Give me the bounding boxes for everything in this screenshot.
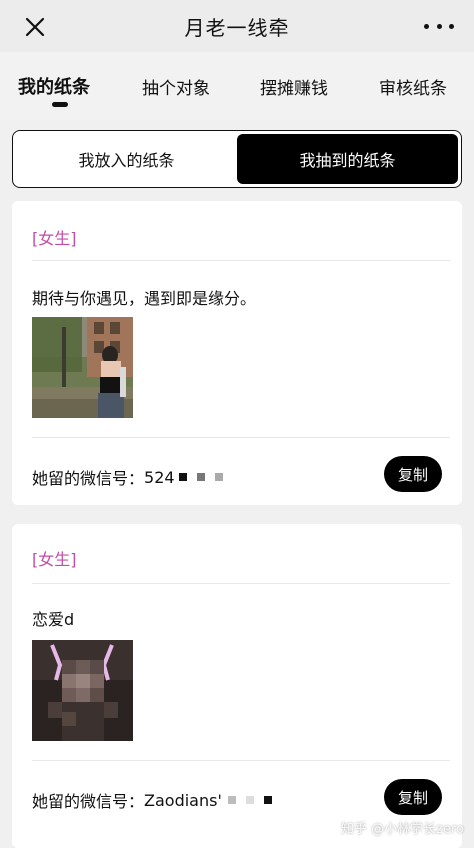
wechat-id-label: 她留的微信号： xyxy=(32,792,145,811)
close-icon[interactable] xyxy=(22,14,48,40)
note-message: 期待与你遇见，遇到即是缘分。 xyxy=(32,289,257,308)
segmented-control: 我放入的纸条 我抽到的纸条 xyxy=(12,130,462,188)
divider xyxy=(32,583,450,584)
tab-active-indicator xyxy=(52,102,68,107)
navbar: 月老一线牵 xyxy=(0,0,474,52)
wechat-id-row: 她留的微信号： 524 xyxy=(32,465,223,489)
gender-tag: [女生] xyxy=(32,550,77,569)
divider xyxy=(32,437,450,438)
copy-button[interactable]: 复制 xyxy=(384,456,442,492)
wechat-id-row: 她留的微信号： Zaodians' xyxy=(32,788,272,812)
divider xyxy=(32,260,450,261)
tab-bar: 我的纸条 抽个对象 摆摊赚钱 审核纸条 xyxy=(0,52,474,120)
tab-draw-partner[interactable]: 抽个对象 xyxy=(142,74,210,99)
wechat-id-label: 她留的微信号： xyxy=(32,469,145,488)
tab-my-notes[interactable]: 我的纸条 xyxy=(18,73,90,99)
page-title: 月老一线牵 xyxy=(184,15,290,40)
copy-button[interactable]: 复制 xyxy=(384,779,442,815)
segment-my-drawn[interactable]: 我抽到的纸条 xyxy=(237,134,458,184)
wechat-id-value: 524 xyxy=(144,467,175,487)
more-dots-icon[interactable] xyxy=(424,18,454,34)
note-card: [女生] 恋爱d 她留的微信号： Zaodians' 复制 xyxy=(12,524,462,848)
segment-my-submitted[interactable]: 我放入的纸条 xyxy=(16,134,237,184)
wechat-id-value: Zaodians' xyxy=(144,790,222,810)
divider xyxy=(32,760,450,761)
note-photo[interactable] xyxy=(32,640,133,741)
note-message: 恋爱d xyxy=(32,610,75,629)
gender-tag: [女生] xyxy=(32,229,77,248)
masked-id-blocks xyxy=(177,473,223,481)
note-photo[interactable] xyxy=(32,317,133,418)
note-card: [女生] 期待与你遇见，遇到即是缘分。 她留的微信号： 524 复制 xyxy=(12,201,462,505)
watermark: 知乎 @小林学长zero xyxy=(341,822,464,837)
masked-id-blocks xyxy=(224,796,272,804)
tab-review-notes[interactable]: 审核纸条 xyxy=(379,74,447,99)
tab-stall-earn[interactable]: 摆摊赚钱 xyxy=(260,74,328,99)
